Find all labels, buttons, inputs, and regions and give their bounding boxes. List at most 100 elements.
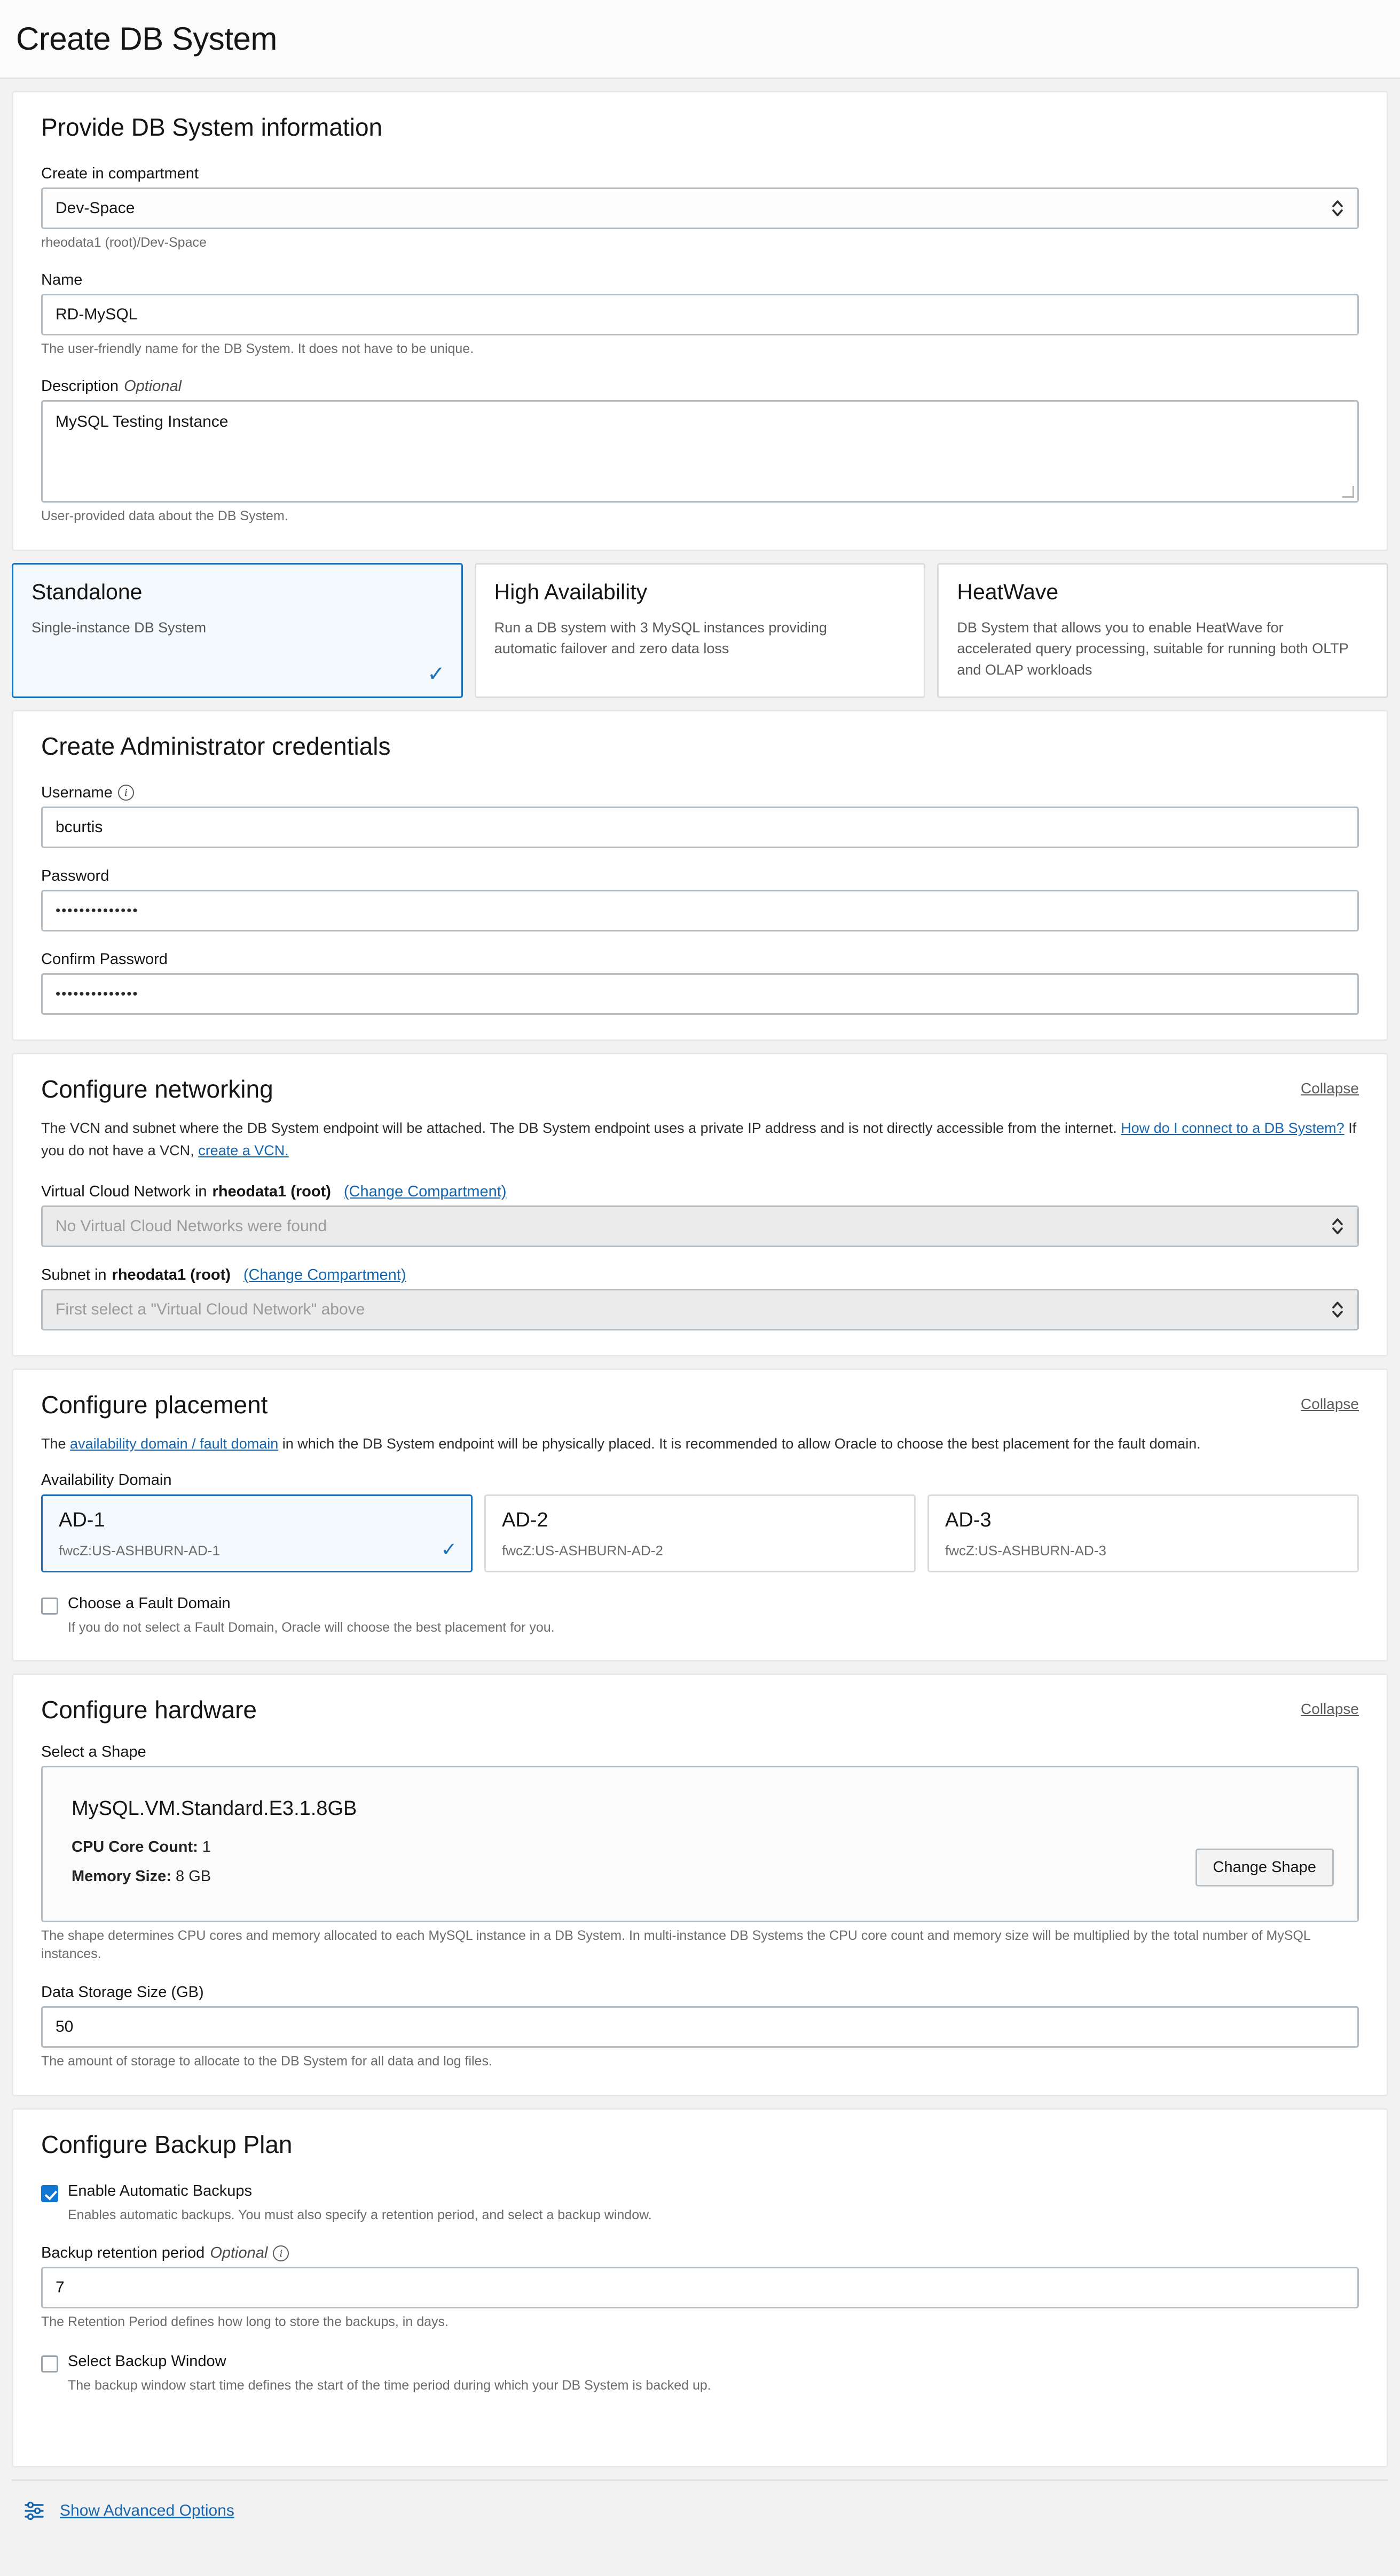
retention-period-label: Backup retention period Optional i [41,2244,1359,2262]
confirm-password-field: Confirm Password •••••••••••••• [41,951,1359,1015]
retention-period-input[interactable]: 7 [41,2267,1359,2309]
fault-domain-checkbox-row[interactable]: Choose a Fault Domain [41,1595,1359,1615]
system-type-card-standalone[interactable]: Standalone Single-instance DB System ✓ [12,563,463,698]
description-field: Description Optional MySQL Testing Insta… [41,378,1359,526]
subnet-label-compartment: rheodata1 (root) [112,1266,231,1284]
placement-description: The availability domain / fault domain i… [41,1433,1359,1455]
enable-backups-checkbox-row[interactable]: Enable Automatic Backups [41,2182,1359,2203]
backup-window-block: Select Backup Window The backup window s… [41,2353,1359,2393]
memory-size: Memory Size: 8 GB [72,1868,1333,1885]
subnet-change-compartment-link[interactable]: (Change Compartment) [243,1266,406,1284]
system-type-card-row: Standalone Single-instance DB System ✓ H… [12,563,1389,698]
availability-domain-card-ad-3[interactable]: AD-3 fwcZ:US-ASHBURN-AD-3 [927,1494,1359,1573]
networking-description: The VCN and subnet where the DB System e… [41,1117,1359,1162]
ad-subtitle: fwcZ:US-ASHBURN-AD-3 [945,1543,1106,1559]
password-input[interactable]: •••••••••••••• [41,889,1359,931]
ad-title: AD-1 [59,1509,105,1532]
system-type-description: Run a DB system with 3 MySQL instances p… [494,620,827,657]
info-icon[interactable]: i [273,2245,289,2261]
confirm-password-input[interactable]: •••••••••••••• [41,973,1359,1015]
retention-optional-tag: Optional [210,2244,268,2262]
page-header: Create DB System [0,0,1400,79]
vcn-label-compartment: rheodata1 (root) [212,1183,331,1201]
username-field: Username i bcurtis [41,784,1359,848]
description-help: User-provided data about the DB System. [41,508,288,523]
description-optional-tag: Optional [124,377,182,395]
section-heading-networking: Configure networking [41,1075,273,1103]
subnet-select[interactable]: First select a "Virtual Cloud Network" a… [41,1289,1359,1331]
create-vcn-link[interactable]: create a VCN. [198,1142,289,1158]
fault-domain-checkbox[interactable] [41,1598,58,1615]
backup-window-help: The backup window start time defines the… [68,2378,711,2393]
backup-panel-spacer [41,2393,1359,2441]
name-help: The user-friendly name for the DB System… [41,341,474,356]
system-type-card-heatwave[interactable]: HeatWave DB System that allows you to en… [937,563,1389,698]
subnet-label: Subnet in rheodata1 (root) (Change Compa… [41,1266,1359,1284]
show-advanced-options-link[interactable]: Show Advanced Options [60,2502,234,2520]
page-bottom-spacer [0,2544,1400,2576]
vcn-label-prefix: Virtual Cloud Network in [41,1183,207,1201]
compartment-select[interactable]: Dev-Space [41,187,1359,229]
configure-networking-panel: Configure networking Collapse The VCN an… [12,1052,1388,1357]
system-type-title: Standalone [32,580,143,605]
description-value: MySQL Testing Instance [56,412,229,430]
memory-size-label: Memory Size: [72,1868,171,1885]
data-storage-help: The amount of storage to allocate to the… [41,2053,492,2069]
fault-domain-checkbox-label: Choose a Fault Domain [68,1595,231,1612]
check-icon: ✓ [427,662,445,686]
info-icon[interactable]: i [117,785,134,801]
availability-domain-card-ad-2[interactable]: AD-2 fwcZ:US-ASHBURN-AD-2 [484,1494,916,1573]
fault-domain-block: Choose a Fault Domain If you do not sele… [41,1595,1359,1635]
collapse-networking-link[interactable]: Collapse [1301,1080,1359,1097]
section-heading-info: Provide DB System information [41,113,383,141]
section-heading-backup: Configure Backup Plan [41,2131,293,2159]
system-type-title: High Availability [494,580,648,605]
vcn-change-compartment-link[interactable]: (Change Compartment) [344,1183,507,1201]
name-field: Name RD-MySQL The user-friendly name for… [41,271,1359,358]
backup-window-checkbox-row[interactable]: Select Backup Window [41,2353,1359,2373]
enable-backups-label: Enable Automatic Backups [68,2182,252,2200]
name-input[interactable]: RD-MySQL [41,293,1359,335]
resize-grip-icon[interactable] [1342,486,1354,498]
availability-domain-card-ad-1[interactable]: AD-1 fwcZ:US-ASHBURN-AD-1 ✓ [41,1494,473,1573]
db-system-information-panel: Provide DB System information Create in … [12,91,1388,552]
description-textarea[interactable]: MySQL Testing Instance [41,400,1359,503]
section-heading-hardware: Configure hardware [41,1696,257,1724]
compartment-help: rheodata1 (root)/Dev-Space [41,235,207,250]
subnet-select-wrap: First select a "Virtual Cloud Network" a… [41,1289,1359,1331]
page-title: Create DB System [16,21,277,57]
ad-title: AD-3 [945,1509,992,1532]
change-shape-button[interactable]: Change Shape [1195,1849,1334,1887]
section-heading-placement: Configure placement [41,1391,268,1419]
configure-hardware-panel: Configure hardware Collapse Select a Sha… [12,1673,1388,2097]
create-db-system-page: Create DB System Provide DB System infor… [0,0,1400,2576]
enable-backups-checkbox[interactable] [41,2185,58,2203]
ad-subtitle: fwcZ:US-ASHBURN-AD-1 [59,1543,220,1559]
networking-desc-part1: The VCN and subnet where the DB System e… [41,1119,1121,1136]
password-value: •••••••••••••• [56,902,139,919]
backup-window-checkbox[interactable] [41,2355,58,2373]
check-icon: ✓ [441,1538,457,1561]
vcn-select[interactable]: No Virtual Cloud Networks were found [41,1205,1359,1248]
retention-period-label-text: Backup retention period [41,2244,205,2262]
availability-fault-domain-link[interactable]: availability domain / fault domain [70,1436,278,1452]
username-input[interactable]: bcurtis [41,806,1359,848]
availability-domain-row: AD-1 fwcZ:US-ASHBURN-AD-1 ✓ AD-2 fwcZ:US… [41,1494,1359,1573]
data-storage-field: Data Storage Size (GB) 50 The amount of … [41,1984,1359,2071]
password-field: Password •••••••••••••• [41,867,1359,931]
shape-name: MySQL.VM.Standard.E3.1.8GB [72,1797,357,1820]
system-type-card-high-availability[interactable]: High Availability Run a DB system with 3… [474,563,926,698]
availability-domain-label: Availability Domain [41,1471,172,1489]
vcn-field: Virtual Cloud Network in rheodata1 (root… [41,1183,1359,1248]
select-shape-label: Select a Shape [41,1743,146,1761]
shape-help: The shape determines CPU cores and memor… [41,1928,1310,1961]
subnet-label-prefix: Subnet in [41,1266,107,1284]
data-storage-input[interactable]: 50 [41,2006,1359,2048]
username-label: Username i [41,784,1359,802]
how-to-connect-link[interactable]: How do I connect to a DB System? [1121,1120,1344,1136]
collapse-hardware-link[interactable]: Collapse [1301,1701,1359,1718]
collapse-placement-link[interactable]: Collapse [1301,1396,1359,1413]
retention-period-help: The Retention Period defines how long to… [41,2314,449,2330]
system-type-description: DB System that allows you to enable Heat… [957,620,1349,678]
subnet-field: Subnet in rheodata1 (root) (Change Compa… [41,1266,1359,1331]
